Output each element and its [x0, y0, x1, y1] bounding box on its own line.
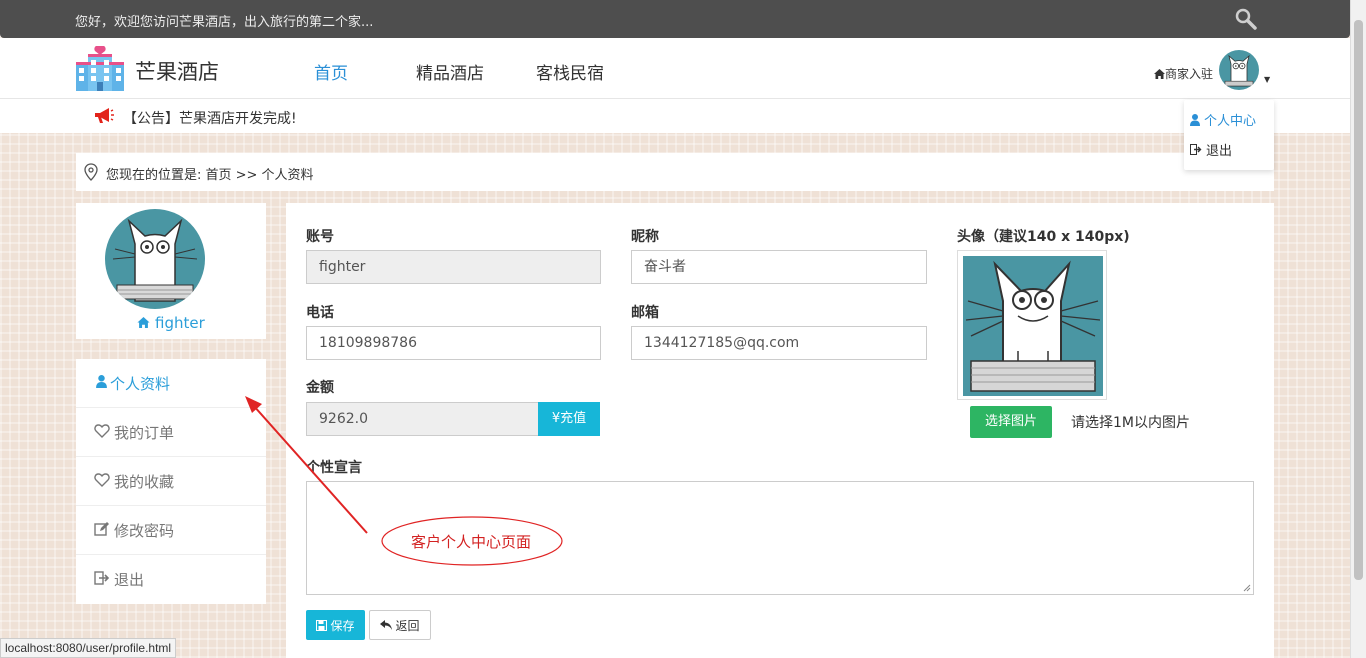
sign-out-icon [1190, 144, 1202, 155]
email-label: 邮箱 [631, 305, 659, 321]
email-field[interactable]: 1344127185@qq.com [631, 326, 927, 360]
sidebar-item-orders[interactable]: 我的订单 [76, 408, 266, 457]
top-bar: 您好，欢迎您访问芒果酒店，出入旅行的第二个家... [0, 0, 1350, 38]
sidebar-item-logout[interactable]: 退出 [76, 555, 266, 604]
sidebar-menu: 个人资料 我的订单 我的收藏 修改密码 退出 [76, 359, 266, 604]
cat-avatar-icon [105, 209, 205, 309]
choose-image-hint: 请选择1M以内图片 [1071, 415, 1190, 431]
resize-grip-icon[interactable] [1243, 584, 1251, 592]
save-button[interactable]: 保存 [306, 610, 365, 640]
notice-bar: 【公告】芒果酒店开发完成! [0, 99, 1350, 133]
megaphone-icon [95, 108, 114, 123]
sidebar-item-favorites[interactable]: 我的收藏 [76, 457, 266, 506]
sign-out-icon [94, 571, 110, 585]
search-icon[interactable] [1234, 7, 1258, 31]
page-scrollbar[interactable] [1350, 0, 1366, 658]
hotel-logo-icon[interactable] [74, 46, 126, 92]
user-avatar[interactable] [1219, 50, 1259, 90]
location-pin-icon [84, 163, 98, 181]
phone-label: 电话 [306, 305, 334, 321]
phone-field[interactable]: 18109898786 [306, 326, 601, 360]
merchant-join-link[interactable]: 商家入驻 [1154, 65, 1213, 82]
sidebar-item-profile[interactable]: 个人资料 [76, 359, 266, 408]
motto-label: 个性宣言 [306, 460, 362, 476]
home-icon [137, 317, 150, 328]
dropdown-item-profile-center[interactable]: 个人中心 [1190, 110, 1256, 129]
edit-icon [94, 522, 109, 536]
cat-avatar-icon [963, 256, 1103, 396]
notice-text: 【公告】芒果酒店开发完成! [123, 111, 297, 127]
nav-boutique-hotel[interactable]: 精品酒店 [416, 59, 484, 84]
dropdown-item-logout[interactable]: 退出 [1190, 140, 1232, 159]
status-bar-url: localhost:8080/user/profile.html [0, 638, 177, 658]
welcome-text: 您好，欢迎您访问芒果酒店，出入旅行的第二个家... [75, 15, 374, 30]
caret-down-icon[interactable]: ▼ [1264, 75, 1270, 84]
floppy-disk-icon [316, 619, 328, 631]
avatar-label: 头像（建议140 x 140px) [957, 229, 1130, 245]
home-icon [1154, 69, 1165, 79]
heart-icon [94, 473, 110, 487]
user-icon [96, 375, 107, 388]
annotation-label: 客户个人中心页面 [410, 533, 531, 551]
profile-card: fighter [76, 203, 266, 339]
logo-text[interactable]: 芒果酒店 [135, 56, 219, 86]
profile-username[interactable]: fighter [76, 314, 266, 332]
breadcrumb: 您现在的位置是: 首页 >> 个人资料 [76, 153, 1274, 191]
user-dropdown-menu: 个人中心 退出 [1184, 100, 1274, 170]
account-label: 账号 [306, 229, 334, 245]
scrollbar-thumb[interactable] [1354, 20, 1363, 580]
breadcrumb-text: 您现在的位置是: 首页 >> 个人资料 [106, 168, 314, 183]
nav-inn-homestay[interactable]: 客栈民宿 [536, 59, 604, 84]
cat-avatar-icon [1219, 50, 1259, 90]
balance-field: 9262.0 [306, 402, 539, 436]
site-header: 芒果酒店 首页 精品酒店 客栈民宿 商家入驻 ▼ [0, 38, 1350, 99]
nickname-label: 昵称 [631, 229, 659, 245]
user-icon [1190, 113, 1200, 126]
recharge-button[interactable]: ¥充值 [538, 402, 600, 436]
sidebar-item-change-password[interactable]: 修改密码 [76, 506, 266, 555]
account-field: fighter [306, 250, 601, 284]
nickname-field[interactable]: 奋斗者 [631, 250, 927, 284]
choose-image-button[interactable]: 选择图片 [970, 406, 1052, 438]
nav-home[interactable]: 首页 [314, 59, 348, 84]
reply-arrow-icon [380, 620, 393, 630]
back-button[interactable]: 返回 [369, 610, 431, 640]
balance-label: 金额 [306, 380, 334, 396]
avatar-preview [957, 250, 1107, 400]
heart-icon [94, 424, 110, 438]
profile-avatar [105, 209, 205, 309]
